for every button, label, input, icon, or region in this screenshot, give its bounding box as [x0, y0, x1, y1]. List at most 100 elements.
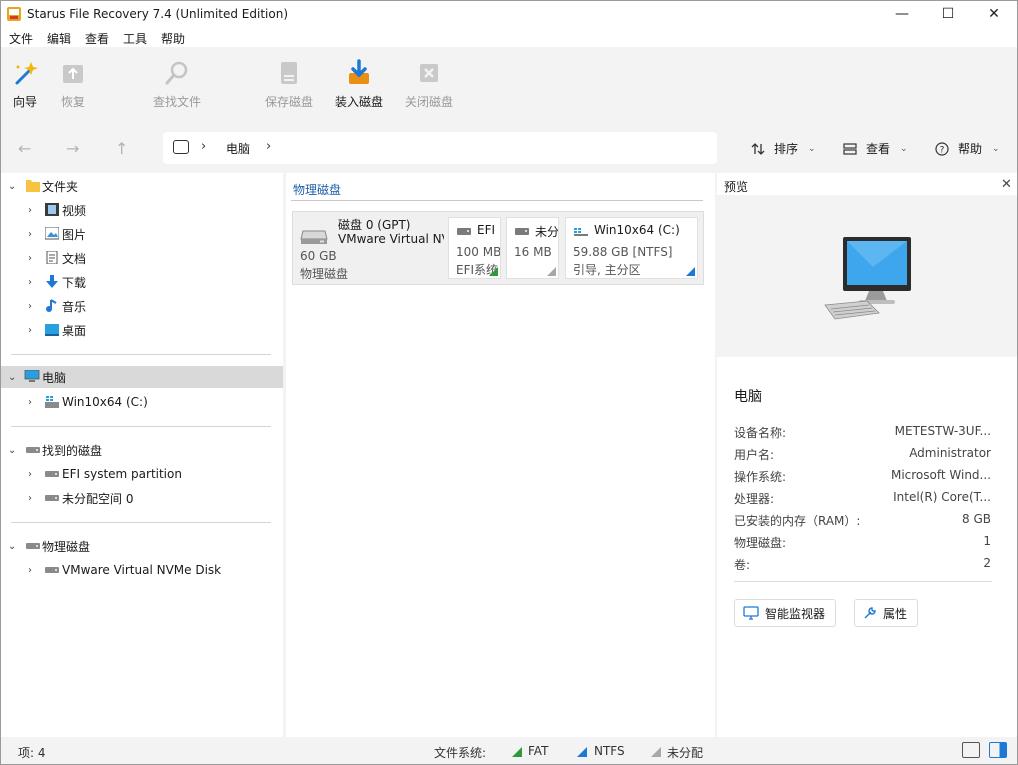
hard-disk-icon	[300, 230, 328, 244]
partition-efi[interactable]: EFI 100 MB EFI系统	[448, 217, 501, 279]
tree-item-documents[interactable]: › 文档	[1, 247, 283, 269]
mount-disk-label: 装入磁盘	[335, 95, 384, 109]
tree-item-found-disks[interactable]: ⌄ 找到的磁盘	[1, 439, 283, 461]
partition-win10-c[interactable]: Win10x64 (C:) 59.88 GB [NTFS] 引导, 主分区	[565, 217, 698, 279]
show-preview-layout-button[interactable]	[989, 742, 1007, 758]
breadcrumb-current[interactable]: 电脑	[226, 140, 250, 157]
ntfs-triangle-icon	[686, 267, 695, 276]
chevron-right-icon[interactable]: ›	[28, 253, 32, 264]
tree-item-pictures[interactable]: › 图片	[1, 223, 283, 245]
view-button[interactable]: 查看 ⌄	[843, 140, 908, 157]
hide-preview-layout-button[interactable]	[962, 742, 980, 758]
drive-icon	[45, 495, 59, 501]
up-button[interactable]: ↑	[115, 139, 128, 158]
minimize-button[interactable]: —	[879, 1, 925, 27]
close-window-button[interactable]: ✕	[971, 1, 1017, 27]
tree-item-unallocated[interactable]: › 未分配空间 0	[1, 487, 283, 509]
tree-item-desktop[interactable]: › 桌面	[1, 319, 283, 341]
property-key: 操作系统:	[734, 470, 787, 484]
property-key: 已安装的内存（RAM）:	[734, 514, 861, 528]
menu-view[interactable]: 查看	[85, 30, 109, 47]
tree-item-volume-c[interactable]: › Win10x64 (C:)	[1, 391, 283, 413]
help-button[interactable]: ? 帮助 ⌄	[935, 140, 1000, 157]
breadcrumb-separator[interactable]: ›	[266, 139, 271, 154]
tree-item-computer[interactable]: ⌄ 电脑	[1, 366, 283, 388]
music-icon	[46, 299, 57, 312]
find-file-button[interactable]: 查找文件	[153, 59, 201, 110]
disk-list-panel: 物理磁盘 磁盘 0 (GPT) VMware Virtual NVMe Disk…	[286, 173, 715, 737]
smart-monitor-label: 智能监视器	[765, 606, 826, 621]
menu-edit[interactable]: 编辑	[47, 30, 71, 47]
chevron-down-icon[interactable]: ⌄	[8, 541, 16, 552]
close-preview-button[interactable]: ✕	[1001, 177, 1012, 192]
wrench-icon	[864, 607, 876, 619]
partition-name: EFI	[477, 223, 496, 237]
tree-item-physical-disks[interactable]: ⌄ 物理磁盘	[1, 535, 283, 557]
recover-icon	[63, 65, 83, 83]
ntfs-legend-label: NTFS	[594, 744, 625, 758]
forward-button[interactable]: →	[66, 139, 79, 158]
chevron-right-icon[interactable]: ›	[28, 301, 32, 312]
disk-model: VMware Virtual NVMe Disk	[338, 232, 444, 246]
chevron-right-icon[interactable]: ›	[28, 277, 32, 288]
save-disk-button[interactable]: 保存磁盘	[265, 59, 313, 110]
tree-item-vmware-disk[interactable]: › VMware Virtual NVMe Disk	[1, 559, 283, 581]
tree-label: 图片	[62, 227, 87, 242]
monitor-icon	[743, 606, 759, 620]
menu-tools[interactable]: 工具	[123, 30, 147, 47]
sort-button[interactable]: 排序 ⌄	[751, 140, 816, 157]
chevron-right-icon[interactable]: ›	[28, 205, 32, 216]
partition-unallocated[interactable]: 未分 16 MB	[506, 217, 559, 279]
maximize-button[interactable]: ☐	[925, 1, 971, 27]
title-bar: Starus File Recovery 7.4 (Unlimited Edit…	[1, 1, 1017, 27]
view-label: 查看	[866, 142, 891, 156]
back-button[interactable]: ←	[18, 139, 31, 158]
disk-card[interactable]: 磁盘 0 (GPT) VMware Virtual NVMe Disk 60 G…	[292, 211, 704, 285]
preview-image-area	[717, 195, 1017, 357]
chevron-right-icon[interactable]: ›	[28, 229, 32, 240]
mount-disk-button[interactable]: 装入磁盘	[335, 59, 383, 110]
wizard-button[interactable]: 向导	[11, 59, 39, 110]
property-key: 处理器:	[734, 492, 775, 506]
computer-icon	[173, 140, 189, 154]
sort-icon	[751, 142, 765, 155]
folder-tree-panel: ⌄ 文件夹 › 视频 › 图片 › 文档 › 下载 › 音乐 › 桌面 ⌄ 电脑…	[1, 173, 283, 737]
menu-file[interactable]: 文件	[9, 30, 33, 47]
property-value: Administrator	[909, 446, 991, 460]
disk-summary[interactable]: 磁盘 0 (GPT) VMware Virtual NVMe Disk 60 G…	[293, 212, 445, 284]
chevron-down-icon[interactable]: ⌄	[8, 181, 16, 192]
drive-icon	[515, 228, 529, 235]
chevron-down-icon[interactable]: ⌄	[8, 445, 16, 456]
tree-label: 文档	[62, 251, 87, 266]
tree-item-folders[interactable]: ⌄ 文件夹	[1, 175, 283, 197]
tree-divider	[11, 426, 271, 427]
close-disk-button[interactable]: 关闭磁盘	[405, 59, 453, 110]
chevron-down-icon: ⌄	[900, 143, 908, 154]
chevron-right-icon[interactable]: ›	[28, 469, 32, 480]
properties-button[interactable]: 属性	[854, 599, 919, 627]
tree-item-videos[interactable]: › 视频	[1, 199, 283, 221]
address-bar[interactable]: › 电脑 ›	[163, 132, 717, 164]
property-value: 8 GB	[962, 512, 991, 526]
tree-label: 找到的磁盘	[42, 443, 103, 458]
search-icon	[165, 61, 188, 85]
chevron-down-icon: ⌄	[992, 143, 1000, 154]
chevron-right-icon[interactable]: ›	[28, 493, 32, 504]
menu-help[interactable]: 帮助	[161, 30, 185, 47]
smart-monitor-button[interactable]: 智能监视器	[734, 599, 837, 627]
tree-item-efi-partition[interactable]: › EFI system partition	[1, 463, 283, 485]
tree-label: Win10x64 (C:)	[62, 395, 148, 409]
chevron-right-icon[interactable]: ›	[28, 397, 32, 408]
tree-item-downloads[interactable]: › 下载	[1, 271, 283, 293]
tree-item-music[interactable]: › 音乐	[1, 295, 283, 317]
recover-button[interactable]: 恢复	[59, 59, 87, 110]
chevron-right-icon[interactable]: ›	[28, 325, 32, 336]
partition-name: Win10x64 (C:)	[594, 223, 680, 237]
help-label: 帮助	[958, 142, 983, 156]
property-value: 2	[983, 556, 991, 570]
drive-icon	[457, 228, 471, 235]
app-logo-icon	[7, 7, 21, 21]
chevron-down-icon[interactable]: ⌄	[8, 372, 16, 383]
chevron-right-icon[interactable]: ›	[28, 565, 32, 576]
toolbar: 向导 恢复 查找文件 保存磁盘 装入磁盘 关闭磁盘	[1, 47, 1017, 125]
